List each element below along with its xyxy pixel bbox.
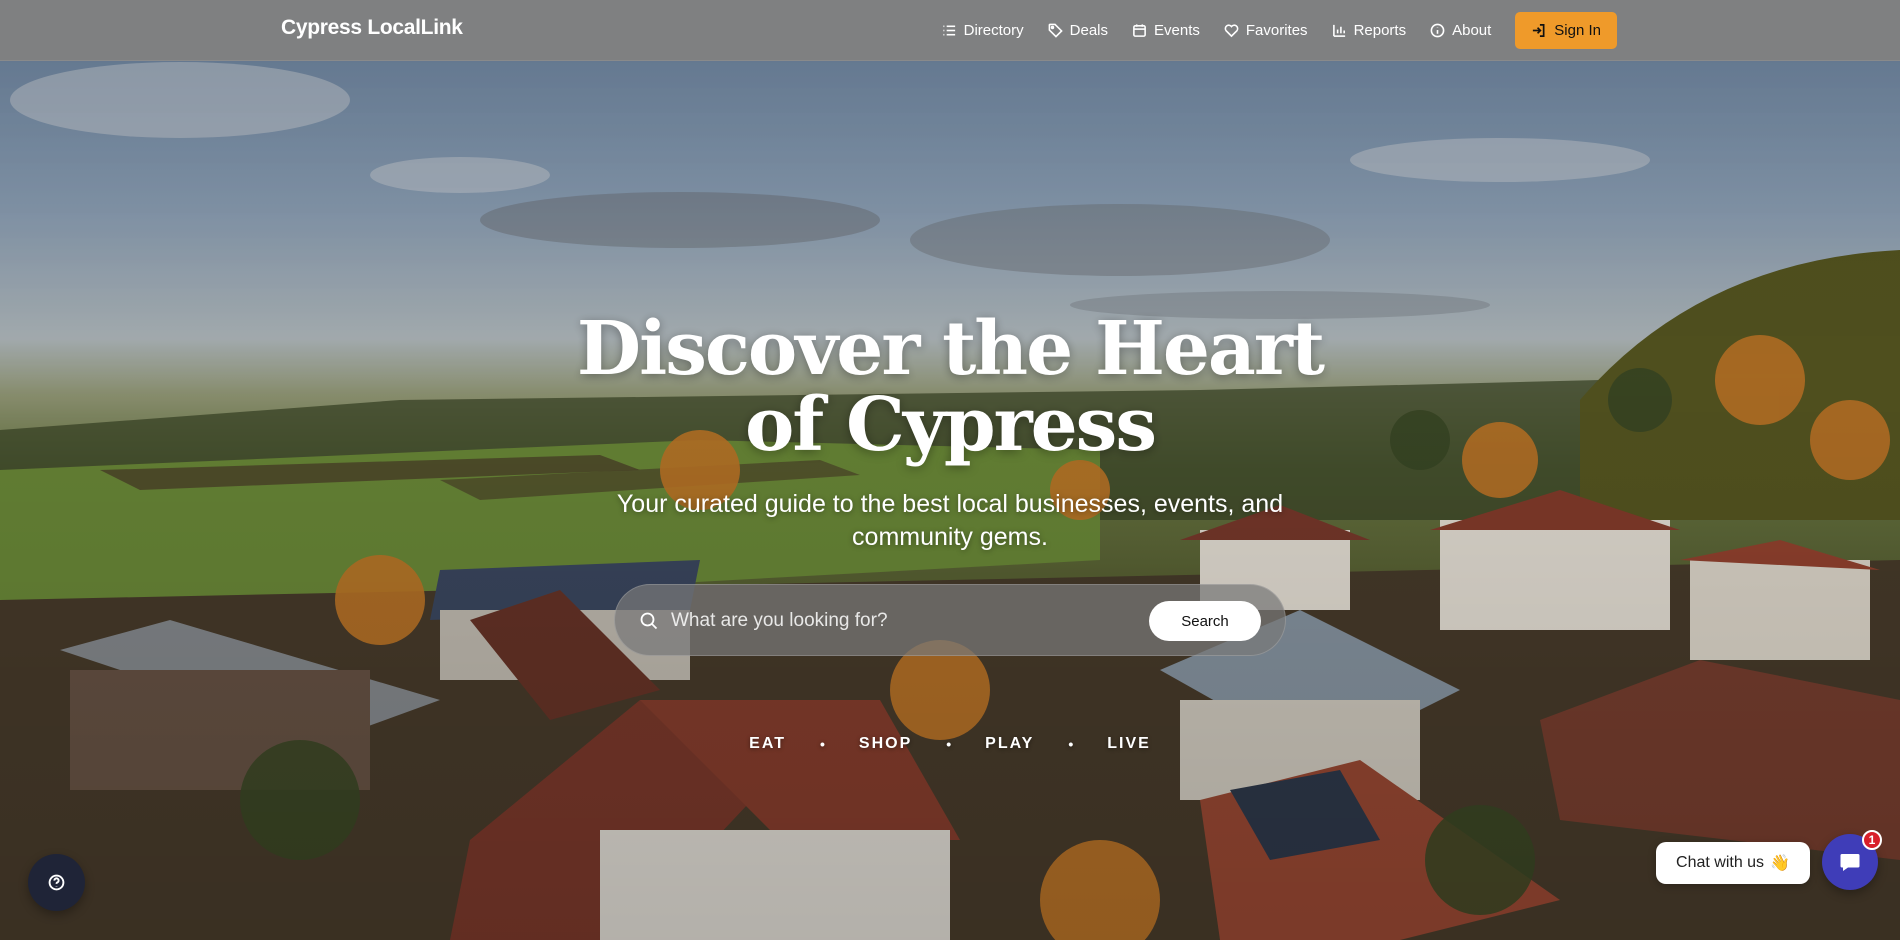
nav-favorites-label: Favorites <box>1245 22 1308 39</box>
hero-subtitle: Your curated guide to the best local bus… <box>616 490 1284 551</box>
hero-title-line1: Discover the Heart <box>576 306 1325 392</box>
nav-reports[interactable]: Reports <box>1320 14 1419 47</box>
tag-eat[interactable]: EAT <box>735 735 800 753</box>
main-nav: Directory Deals Events Favorites Reports… <box>930 12 1617 49</box>
sign-in-label: Sign In <box>1554 22 1601 39</box>
image-darken-overlay <box>0 0 1900 940</box>
bar-chart-icon <box>1332 24 1345 37</box>
nav-events-label: Events <box>1154 22 1200 39</box>
nav-favorites[interactable]: Favorites <box>1212 14 1320 47</box>
brand-logo[interactable]: Cypress LocalLink <box>281 16 463 40</box>
list-icon <box>943 25 955 36</box>
search-button[interactable]: Search <box>1149 601 1261 641</box>
category-tags: EAT • SHOP • PLAY • LIVE <box>0 735 1900 753</box>
info-icon <box>1430 23 1445 38</box>
chat-prompt-bubble[interactable]: Chat with us 👋 <box>1656 842 1810 884</box>
help-button[interactable] <box>28 854 85 911</box>
tag-separator: • <box>819 736 825 752</box>
calendar-icon <box>1133 24 1146 37</box>
search-input[interactable] <box>671 605 1131 637</box>
nav-events[interactable]: Events <box>1120 14 1212 47</box>
chat-notification-badge: 1 <box>1862 830 1882 850</box>
hero-title-line2: of Cypress <box>745 382 1157 468</box>
top-navbar: Cypress LocalLink Directory Deals Events <box>0 0 1900 61</box>
chat-launcher-button[interactable]: 1 <box>1822 830 1882 890</box>
chat-icon <box>1840 854 1860 871</box>
tag-separator: • <box>946 736 952 752</box>
nav-deals[interactable]: Deals <box>1036 14 1120 47</box>
search-bar: Search <box>614 584 1286 656</box>
tag-live[interactable]: LIVE <box>1093 735 1165 753</box>
nav-reports-label: Reports <box>1353 22 1407 39</box>
nav-directory[interactable]: Directory <box>930 14 1036 47</box>
tag-shop[interactable]: SHOP <box>845 735 926 753</box>
chat-prompt-label: Chat with us <box>1676 854 1765 871</box>
help-circle-icon <box>48 874 65 891</box>
tag-play[interactable]: PLAY <box>971 735 1048 753</box>
hero-background-image <box>0 0 1900 940</box>
hero-title: Discover the Heart of Cypress <box>0 311 1900 463</box>
tag-icon <box>1048 23 1063 38</box>
nav-deals-label: Deals <box>1069 22 1109 39</box>
tag-separator: • <box>1068 736 1074 752</box>
wave-emoji-icon: 👋 <box>1770 855 1790 872</box>
sign-in-button[interactable]: Sign In <box>1515 12 1617 49</box>
nav-about[interactable]: About <box>1418 14 1503 47</box>
nav-directory-label: Directory <box>963 22 1024 39</box>
nav-about-label: About <box>1452 22 1492 39</box>
heart-icon <box>1224 24 1239 38</box>
login-icon <box>1533 24 1545 37</box>
search-icon <box>639 611 659 631</box>
